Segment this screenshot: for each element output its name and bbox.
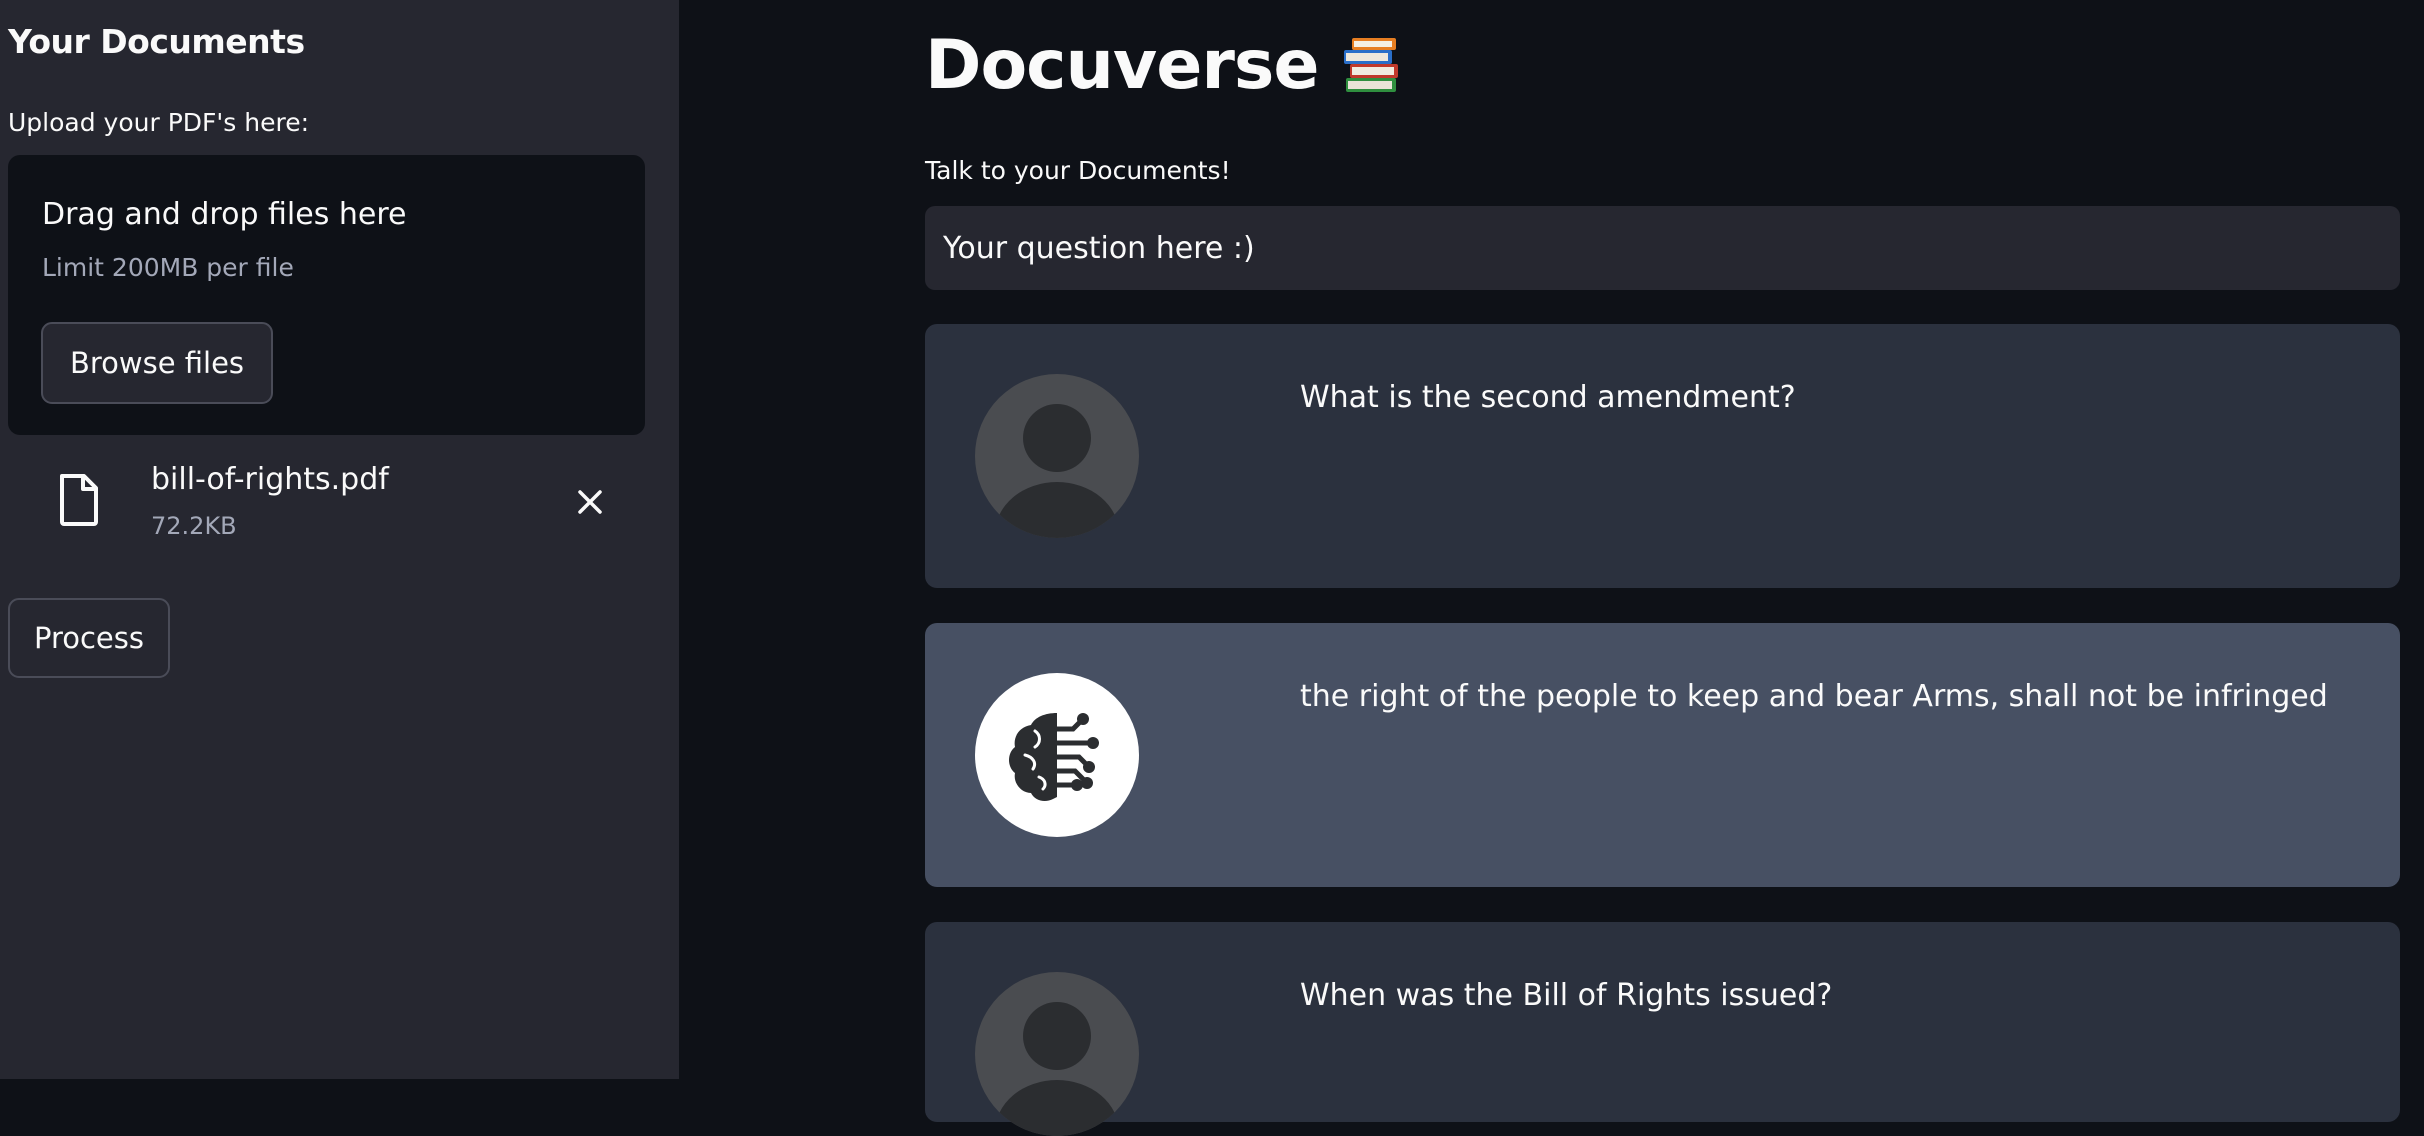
page-title-text: Docuverse [925,26,1319,105]
file-dropzone[interactable]: Drag and drop files here Limit 200MB per… [8,155,645,435]
brain-circuit-icon [975,673,1139,837]
file-name: bill-of-rights.pdf [151,462,389,497]
file-icon [60,474,98,526]
message-text: When was the Bill of Rights issued? [1300,978,1833,1013]
books-emoji-icon [1344,37,1399,92]
message-text: What is the second amendment? [1300,380,1796,415]
sidebar: Your Documents Upload your PDF's here: D… [0,0,679,1079]
question-input[interactable] [925,206,2400,290]
process-button[interactable]: Process [8,598,170,678]
sidebar-title: Your Documents [8,22,305,61]
page-title: Docuverse [925,26,1404,105]
user-avatar-icon [975,972,1139,1136]
browse-files-button[interactable]: Browse files [41,322,273,404]
close-icon[interactable] [572,484,608,520]
uploaded-file-row: bill-of-rights.pdf 72.2KB [0,440,679,560]
upload-label: Upload your PDF's here: [8,108,310,137]
talk-label: Talk to your Documents! [925,156,1231,185]
chat-message-user: When was the Bill of Rights issued? [925,922,2400,1136]
file-size: 72.2KB [151,512,237,540]
chat-message-bot: the right of the people to keep and bear… [925,623,2400,887]
user-avatar-icon [975,374,1139,538]
dropzone-limit: Limit 200MB per file [42,253,294,282]
chat-message-user: What is the second amendment? [925,324,2400,588]
message-text: the right of the people to keep and bear… [1300,679,2328,714]
dropzone-title: Drag and drop files here [42,197,407,232]
